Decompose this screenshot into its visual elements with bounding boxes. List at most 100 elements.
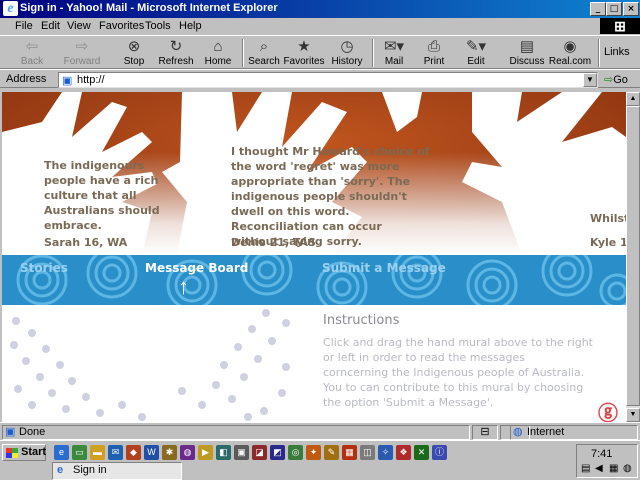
globe-icon: ◍: [513, 426, 523, 438]
title-bar[interactable]: e Sign in - Yahoo! Mail - Microsoft Inte…: [0, 0, 640, 18]
status-bar: ▣ Done ⊟ ◍ Internet: [0, 422, 640, 440]
home-icon: ⌂: [213, 38, 223, 55]
instructions-section: Instructions Click and drag the hand mur…: [2, 305, 626, 422]
menu-file[interactable]: File: [10, 19, 38, 33]
page-icon: ▣: [5, 426, 16, 438]
zone-pane: ◍ Internet: [510, 425, 638, 440]
links-button[interactable]: Links: [604, 46, 630, 58]
quicklaunch-folder-icon[interactable]: ▬: [90, 445, 105, 460]
security-pane: ⊟: [472, 425, 498, 440]
network-icon: ⊟: [480, 426, 490, 438]
quicklaunch-ie-icon[interactable]: e: [54, 445, 69, 460]
favorites-button[interactable]: ★ Favorites: [280, 37, 328, 69]
go-button[interactable]: ⇨Go: [604, 73, 628, 86]
quicklaunch-app-icon[interactable]: ✱: [162, 445, 177, 460]
menu-help[interactable]: Help: [174, 19, 207, 33]
print-icon: ⎙: [427, 38, 440, 55]
forward-button[interactable]: ⇨ Forward: [58, 37, 106, 69]
menu-edit[interactable]: Edit: [36, 19, 65, 33]
discuss-button[interactable]: ▤ Discuss: [503, 37, 551, 69]
clock[interactable]: 7:41: [591, 448, 612, 460]
home-button[interactable]: ⌂ Home: [194, 37, 242, 69]
quicklaunch-app-icon[interactable]: ▶: [198, 445, 213, 460]
address-input[interactable]: ▣ http://: [58, 72, 598, 88]
discuss-icon: ▤: [519, 38, 535, 55]
tray-volume-icon[interactable]: ◀: [595, 463, 603, 474]
nav-submit-message[interactable]: Submit a Message: [322, 261, 446, 275]
print-button[interactable]: ⎙ Print: [410, 37, 458, 69]
standard-toolbar: ⇦ Back ⇨ Forward ⊗ Stop ↻ Refresh ⌂ Home ⌕ Sea…: [0, 35, 640, 69]
ie-task-icon: e: [57, 464, 64, 476]
hand-mural[interactable]: The indigenours people have a rich cultu…: [2, 92, 626, 255]
realcom-button[interactable]: ◉ Real.com: [546, 37, 594, 69]
quicklaunch-outlook-icon[interactable]: ✉: [108, 445, 123, 460]
page-icon: ▣: [62, 75, 73, 87]
edit-button[interactable]: ✎▾ Edit: [452, 37, 500, 69]
back-button[interactable]: ⇦ Back: [8, 37, 56, 69]
quicklaunch-app-icon[interactable]: ◍: [180, 445, 195, 460]
tray-app-icon[interactable]: ◍: [623, 463, 632, 474]
mural-author: Sarah 16, WA: [44, 236, 128, 249]
quicklaunch-app-icon[interactable]: ◪: [252, 445, 267, 460]
dot-pattern: [10, 309, 290, 421]
ie-logo-icon: e: [3, 1, 18, 16]
quicklaunch-desktop-icon[interactable]: ▭: [72, 445, 87, 460]
refresh-button[interactable]: ↻ Refresh: [152, 37, 200, 69]
nav-stories[interactable]: Stories: [20, 261, 68, 275]
quicklaunch-app-icon[interactable]: ✦: [306, 445, 321, 460]
quicklaunch-app-icon[interactable]: ▣: [234, 445, 249, 460]
quicklaunch-app-icon[interactable]: ✎: [324, 445, 339, 460]
maximize-button[interactable]: □: [606, 2, 622, 16]
up-arrow-icon: ↑: [178, 274, 189, 299]
address-bar: Address ▣ http:// ▼ ⇨Go: [0, 69, 640, 88]
favorites-icon: ★: [297, 38, 311, 55]
mural-message: The indigenours people have a rich cultu…: [44, 159, 160, 232]
scroll-up-button[interactable]: ▲: [626, 92, 640, 106]
site-logo-icon: ⓖ: [598, 401, 618, 422]
quicklaunch-app-icon[interactable]: ◆: [126, 445, 141, 460]
close-button[interactable]: ×: [623, 2, 639, 16]
windows-logo-icon: ⊞: [600, 18, 640, 34]
scroll-thumb[interactable]: [626, 106, 640, 406]
edit-icon: ✎▾: [465, 38, 487, 55]
quicklaunch-app-icon[interactable]: ❖: [396, 445, 411, 460]
quicklaunch-app-icon[interactable]: ◎: [288, 445, 303, 460]
scroll-down-button[interactable]: ▼: [626, 408, 640, 422]
realcom-icon: ◉: [563, 38, 577, 55]
menu-tools[interactable]: Tools: [140, 19, 176, 33]
window-title: Sign in - Yahoo! Mail - Microsoft Intern…: [20, 2, 278, 14]
tray-network-icon[interactable]: ▤: [581, 463, 590, 474]
quicklaunch-app-icon[interactable]: ✕: [414, 445, 429, 460]
menu-view[interactable]: View: [62, 19, 96, 33]
history-icon: ◷: [340, 38, 354, 55]
quicklaunch-app-icon[interactable]: ◩: [270, 445, 285, 460]
quicklaunch-app-icon[interactable]: ✧: [378, 445, 393, 460]
toolbar-separator: [598, 39, 600, 67]
quicklaunch-app-icon[interactable]: ▦: [342, 445, 357, 460]
instructions-heading: Instructions: [323, 313, 400, 328]
forward-arrow-icon: ⇨: [75, 38, 89, 55]
mural-author: Kyle 19: [590, 236, 626, 249]
mural-message: I thought Mr Howard's choice of the word…: [231, 145, 430, 248]
mural-message: Whilst I: [590, 212, 626, 225]
navigation-band: Stories Message Board ↑ Submit a Message: [2, 255, 626, 305]
minimize-button[interactable]: _: [590, 2, 606, 16]
quicklaunch-app-icon[interactable]: ⓘ: [432, 445, 447, 460]
go-arrow-icon: ⇨: [604, 74, 614, 86]
system-tray: 7:41 ▤ ◀ ▦ ◍: [576, 444, 638, 478]
stop-icon: ⊗: [127, 38, 141, 55]
quicklaunch-app-icon[interactable]: ◧: [216, 445, 231, 460]
quicklaunch-word-icon[interactable]: W: [144, 445, 159, 460]
nav-message-board[interactable]: Message Board: [145, 261, 248, 275]
tray-app-icon[interactable]: ▦: [609, 463, 618, 474]
instructions-body: Click and drag the hand mural above to t…: [323, 336, 593, 409]
mural-author: Denis 21, TAS: [231, 236, 316, 249]
taskbar-task-sign-in[interactable]: e Sign in: [52, 462, 182, 480]
vertical-scrollbar[interactable]: ▲ ▼: [626, 92, 640, 422]
history-button[interactable]: ◷ History: [323, 37, 371, 69]
address-dropdown-button[interactable]: ▼: [583, 73, 597, 87]
stop-button[interactable]: ⊗ Stop: [110, 37, 158, 69]
quicklaunch-app-icon[interactable]: ◫: [360, 445, 375, 460]
taskbar: Start e ▭ ▬ ✉ ◆ W ✱ ◍ ▶ ◧ ▣ ◪ ◩ ◎ ✦ ✎ ▦ …: [0, 440, 640, 480]
start-button[interactable]: Start: [2, 444, 46, 461]
